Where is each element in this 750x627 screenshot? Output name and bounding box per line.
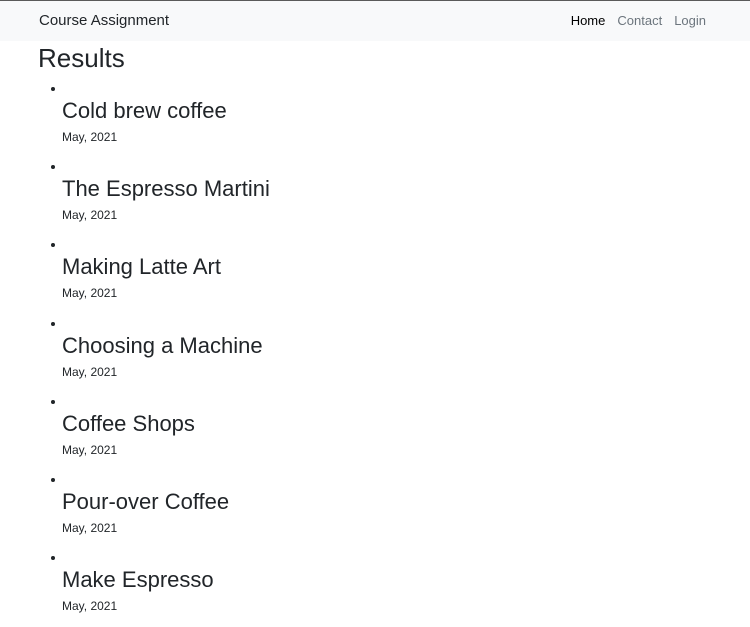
result-title[interactable]: Cold brew coffee bbox=[62, 98, 227, 124]
result-date: May, 2021 bbox=[62, 364, 118, 379]
bullet-icon bbox=[51, 556, 55, 561]
navbar-brand[interactable]: Course Assignment bbox=[39, 12, 169, 30]
bullet-icon bbox=[51, 321, 55, 326]
bullet-icon bbox=[51, 87, 55, 91]
result-date: May, 2021 bbox=[62, 520, 118, 535]
nav-link-login[interactable]: Login bbox=[674, 13, 706, 29]
result-title[interactable]: Choosing a Machine bbox=[62, 333, 263, 359]
result-title[interactable]: The Espresso Martini bbox=[62, 176, 270, 202]
bullet-icon bbox=[51, 477, 55, 482]
result-date: May, 2021 bbox=[62, 442, 118, 457]
bullet-icon bbox=[51, 399, 55, 404]
result-title[interactable]: Pour-over Coffee bbox=[62, 489, 229, 515]
result-title[interactable]: Coffee Shops bbox=[62, 411, 195, 437]
nav-link-contact[interactable]: Contact bbox=[617, 13, 662, 29]
result-date: May, 2021 bbox=[62, 208, 118, 223]
nav-links: Home Contact Login bbox=[571, 13, 706, 29]
nav-link-home[interactable]: Home bbox=[571, 13, 606, 29]
result-title[interactable]: Make Espresso bbox=[62, 567, 214, 593]
result-date: May, 2021 bbox=[62, 130, 118, 144]
bullet-icon bbox=[51, 165, 55, 170]
result-title[interactable]: Making Latte Art bbox=[62, 254, 221, 280]
page-title: Results bbox=[38, 43, 125, 73]
bullet-icon bbox=[51, 243, 55, 248]
result-date: May, 2021 bbox=[62, 599, 118, 614]
result-date: May, 2021 bbox=[62, 286, 118, 301]
navbar: Course Assignment Home Contact Login bbox=[0, 1, 750, 41]
